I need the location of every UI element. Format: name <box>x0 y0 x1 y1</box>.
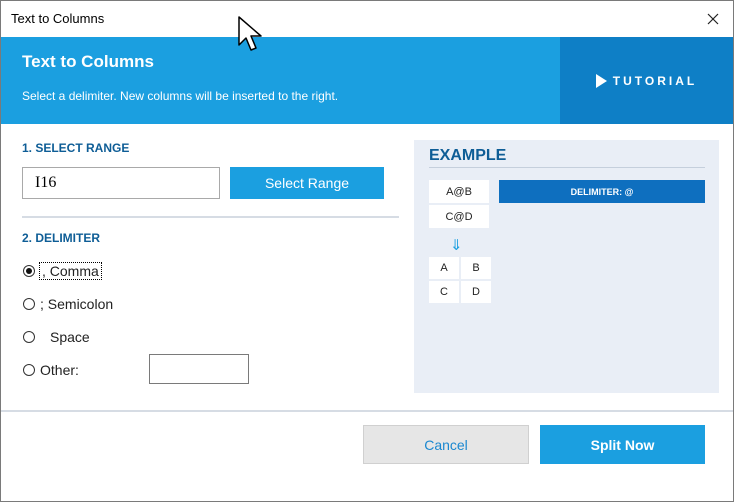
other-delimiter-input[interactable] <box>149 354 249 384</box>
example-title: EXAMPLE <box>429 147 507 164</box>
window-title: Text to Columns <box>11 11 105 26</box>
dialog-window: Text to Columns Text to Columns Select a… <box>0 0 734 502</box>
radio-semicolon-label: ; Semicolon <box>40 296 114 312</box>
example-result-cell: B <box>461 257 491 279</box>
delimiter-label: DELIMITER: @ <box>499 180 705 203</box>
radio-comma-label: , Comma <box>39 262 102 280</box>
example-panel: EXAMPLE A@B C@D DELIMITER: @ ⇓ A B C D <box>414 140 719 393</box>
example-source-cell: C@D <box>429 205 489 228</box>
close-icon <box>707 13 719 25</box>
radio-space-label: Space <box>50 329 90 345</box>
radio-comma[interactable]: , Comma <box>23 262 102 280</box>
tutorial-label: TUTORIAL <box>612 73 698 88</box>
example-result-cell: C <box>429 281 459 303</box>
banner-heading: Text to Columns <box>22 52 154 71</box>
tutorial-button[interactable]: TUTORIAL <box>560 37 733 124</box>
split-now-button[interactable]: Split Now <box>540 425 705 464</box>
select-range-button[interactable]: Select Range <box>230 167 384 199</box>
play-icon <box>595 73 607 88</box>
example-source-cell: A@B <box>429 180 489 203</box>
footer-divider <box>1 410 733 412</box>
radio-semicolon-dot[interactable] <box>23 298 35 310</box>
example-result-cell: A <box>429 257 459 279</box>
radio-semicolon[interactable]: ; Semicolon <box>23 295 113 313</box>
cancel-button[interactable]: Cancel <box>363 425 529 464</box>
select-range-heading: 1. SELECT RANGE <box>22 141 130 155</box>
radio-space[interactable]: Space <box>23 328 90 346</box>
title-bar: Text to Columns <box>1 1 733 37</box>
close-button[interactable] <box>693 1 733 37</box>
mouse-cursor-icon <box>238 16 262 51</box>
header-banner: Text to Columns Select a delimiter. New … <box>1 37 733 124</box>
example-divider <box>429 167 705 168</box>
radio-comma-dot[interactable] <box>23 265 35 277</box>
example-result-cell: D <box>461 281 491 303</box>
range-input[interactable]: I16 <box>22 167 220 199</box>
down-arrow-icon: ⇓ <box>450 237 463 254</box>
radio-space-dot[interactable] <box>23 331 35 343</box>
delimiter-heading: 2. DELIMITER <box>22 231 101 245</box>
banner-subtitle: Select a delimiter. New columns will be … <box>22 89 339 103</box>
radio-other[interactable]: Other: <box>23 361 79 379</box>
radio-other-label: Other: <box>40 362 79 378</box>
section-divider <box>22 216 399 218</box>
radio-other-dot[interactable] <box>23 364 35 376</box>
